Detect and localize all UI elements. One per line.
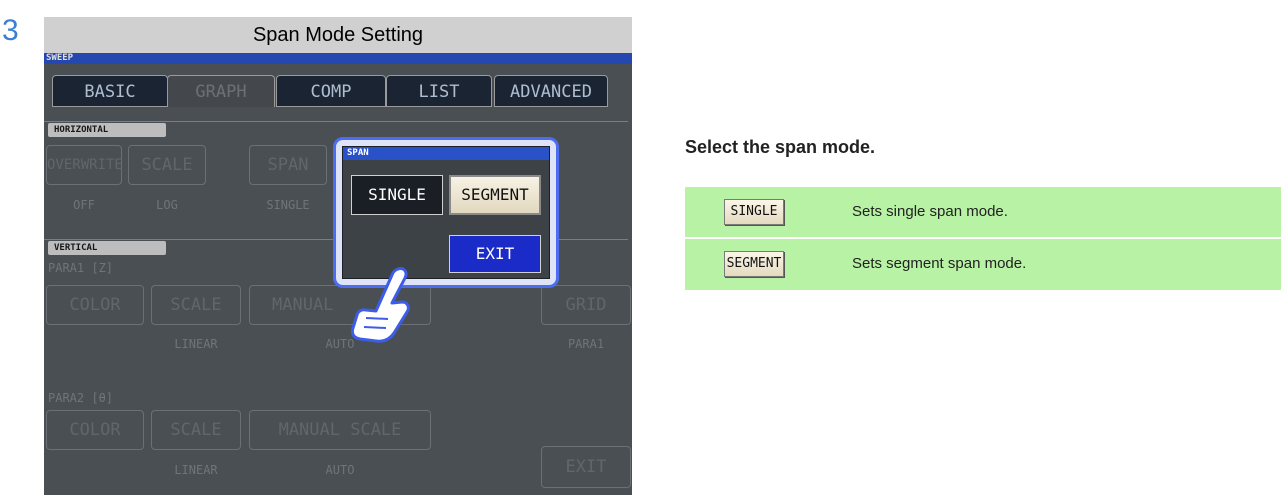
step-number: 3 [2, 14, 19, 47]
instruction-text: Select the span mode. [685, 137, 876, 157]
popup-exit-button[interactable]: EXIT [449, 235, 541, 273]
option-description: Sets single span mode. [852, 203, 1008, 220]
header-title: Span Mode Setting [44, 17, 632, 53]
option-row-segment: SEGMENT Sets segment span mode. [685, 239, 1281, 290]
option-row-single: SINGLE Sets single span mode. [685, 187, 1281, 238]
span-popup-panel: SPAN SINGLE SEGMENT EXIT [342, 146, 550, 279]
single-button[interactable]: SINGLE [351, 175, 443, 215]
segment-button[interactable]: SEGMENT [449, 175, 541, 215]
pointing-hand-icon [350, 267, 410, 343]
option-description: Sets segment span mode. [852, 255, 1027, 272]
device-screen: SWEEP BASIC GRAPH COMP LIST ADVANCED HOR… [44, 53, 632, 495]
single-key-icon: SINGLE [724, 199, 784, 225]
span-popup-title: SPAN [343, 147, 549, 160]
segment-key-icon: SEGMENT [724, 251, 784, 277]
